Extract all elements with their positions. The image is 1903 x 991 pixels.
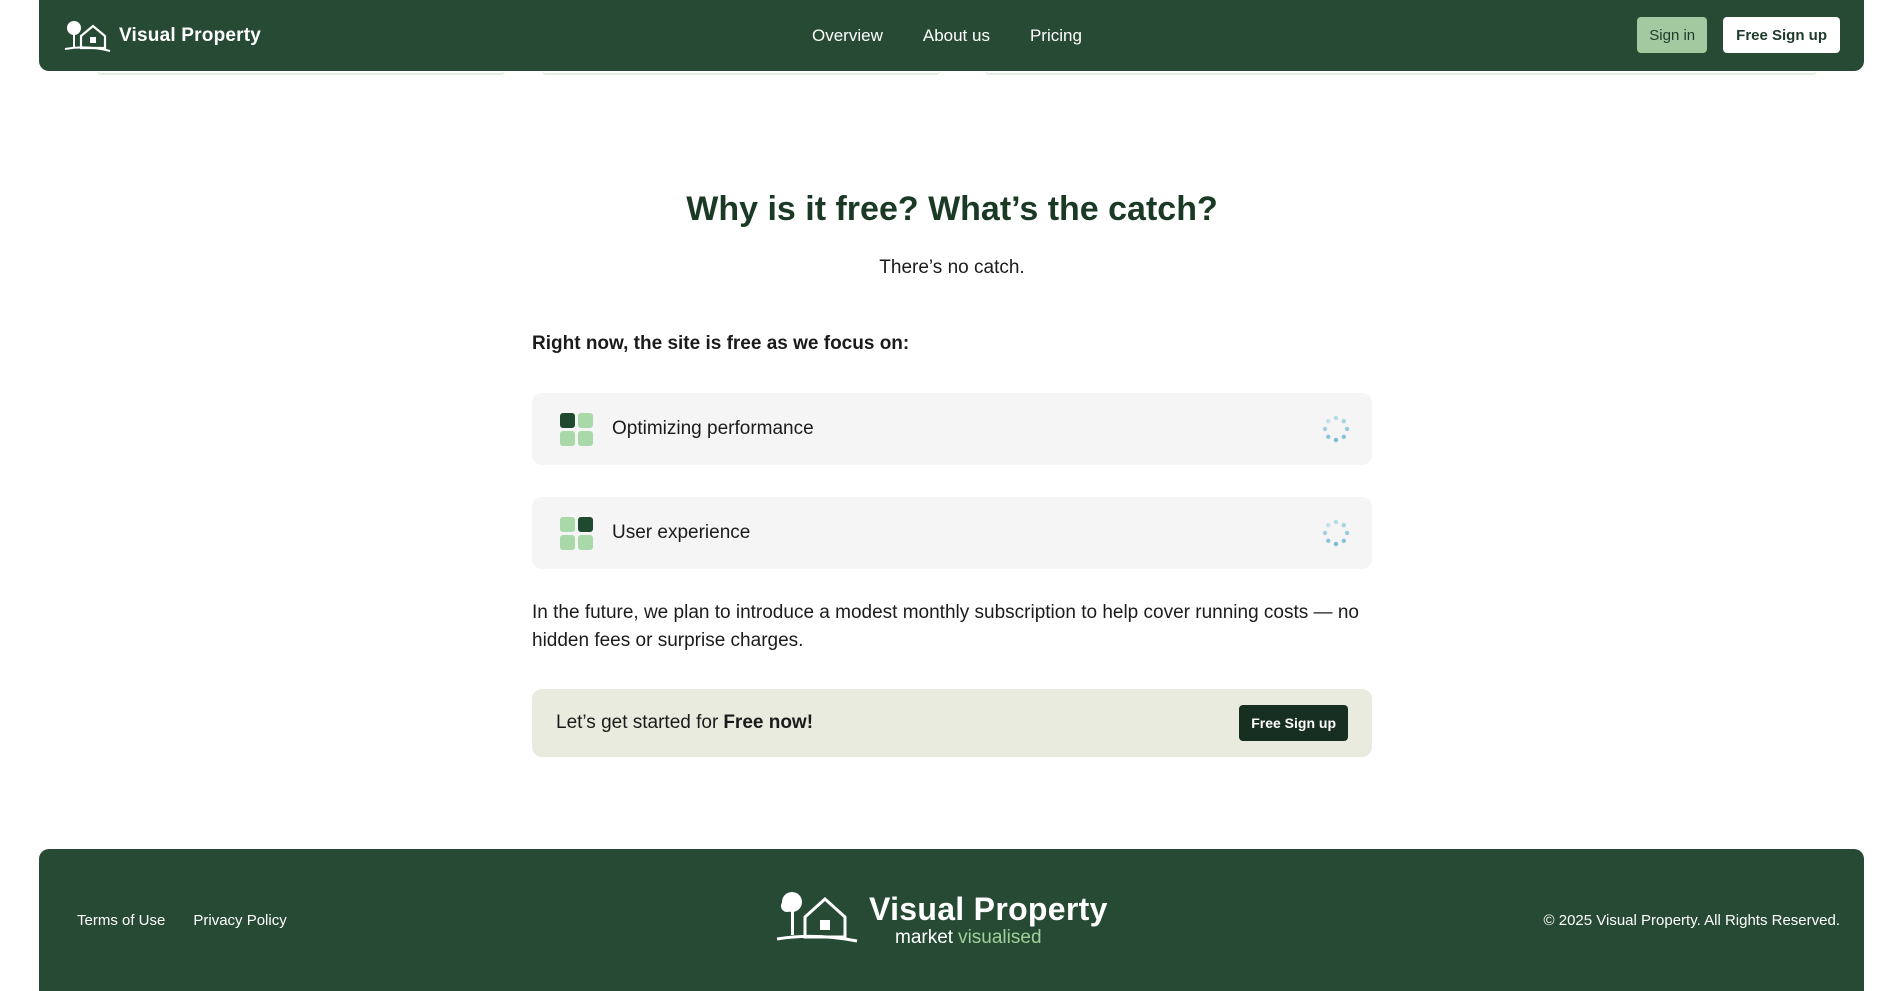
nav-about-us[interactable]: About us bbox=[923, 26, 990, 46]
footer-logo: Visual Property market visualised bbox=[775, 891, 1108, 949]
peek-card-3 bbox=[985, 71, 1817, 75]
terms-of-use-link[interactable]: Terms of Use bbox=[77, 912, 165, 929]
focus-item-card: User experience bbox=[532, 497, 1372, 569]
grid-icon bbox=[560, 516, 593, 550]
tagline-visualised: visualised bbox=[958, 927, 1042, 948]
cta-sign-up-button[interactable]: Free Sign up bbox=[1239, 705, 1348, 741]
loading-spinner-icon bbox=[1322, 519, 1350, 547]
peek-card-1 bbox=[97, 71, 505, 75]
copyright-text: © 2025 Visual Property. All Rights Reser… bbox=[1543, 911, 1840, 929]
tagline-market: market bbox=[895, 927, 954, 948]
future-plans-text: In the future, we plan to introduce a mo… bbox=[532, 602, 1359, 651]
house-tree-logo-icon bbox=[776, 892, 858, 943]
house-tree-logo-icon bbox=[64, 20, 111, 52]
footer: Terms of Use Privacy Policy Visual Prope… bbox=[39, 849, 1864, 991]
top-navbar: Visual Property Overview About us Pricin… bbox=[39, 0, 1864, 71]
cta-text: Let’s get started for bbox=[556, 712, 719, 733]
section-subtitle: There’s no catch. bbox=[879, 257, 1025, 278]
nav-overview[interactable]: Overview bbox=[812, 26, 883, 46]
sign-in-button[interactable]: Sign in bbox=[1637, 17, 1708, 53]
nav-pricing[interactable]: Pricing bbox=[1030, 26, 1082, 46]
cta-banner: Let’s get started for Free now! Free Sig… bbox=[532, 689, 1372, 757]
footer-brand: Visual Property market visualised bbox=[869, 891, 1108, 949]
brand-name: Visual Property bbox=[119, 24, 262, 46]
cta-bold-text: Free now! bbox=[723, 712, 814, 733]
footer-tagline: market visualised bbox=[895, 927, 1108, 949]
grid-icon bbox=[560, 412, 593, 446]
focus-item-label: User experience bbox=[612, 522, 751, 543]
free-sign-up-button[interactable]: Free Sign up bbox=[1723, 17, 1840, 53]
loading-spinner-icon bbox=[1322, 415, 1350, 443]
peek-card-2 bbox=[542, 71, 940, 75]
footer-links: Terms of Use Privacy Policy bbox=[77, 849, 287, 991]
focus-item-card: Optimizing performance bbox=[532, 393, 1372, 465]
section-title: Why is it free? What’s the catch? bbox=[686, 190, 1218, 228]
focus-item-label: Optimizing performance bbox=[612, 418, 814, 439]
brand-logo-link[interactable]: Visual Property bbox=[63, 20, 261, 52]
header-actions: Sign in Free Sign up bbox=[1637, 17, 1840, 53]
main-nav: Overview About us Pricing bbox=[812, 0, 1082, 71]
footer-brand-name: Visual Property bbox=[869, 891, 1108, 927]
focus-heading: Right now, the site is free as we focus … bbox=[532, 333, 910, 354]
privacy-policy-link[interactable]: Privacy Policy bbox=[193, 912, 286, 929]
